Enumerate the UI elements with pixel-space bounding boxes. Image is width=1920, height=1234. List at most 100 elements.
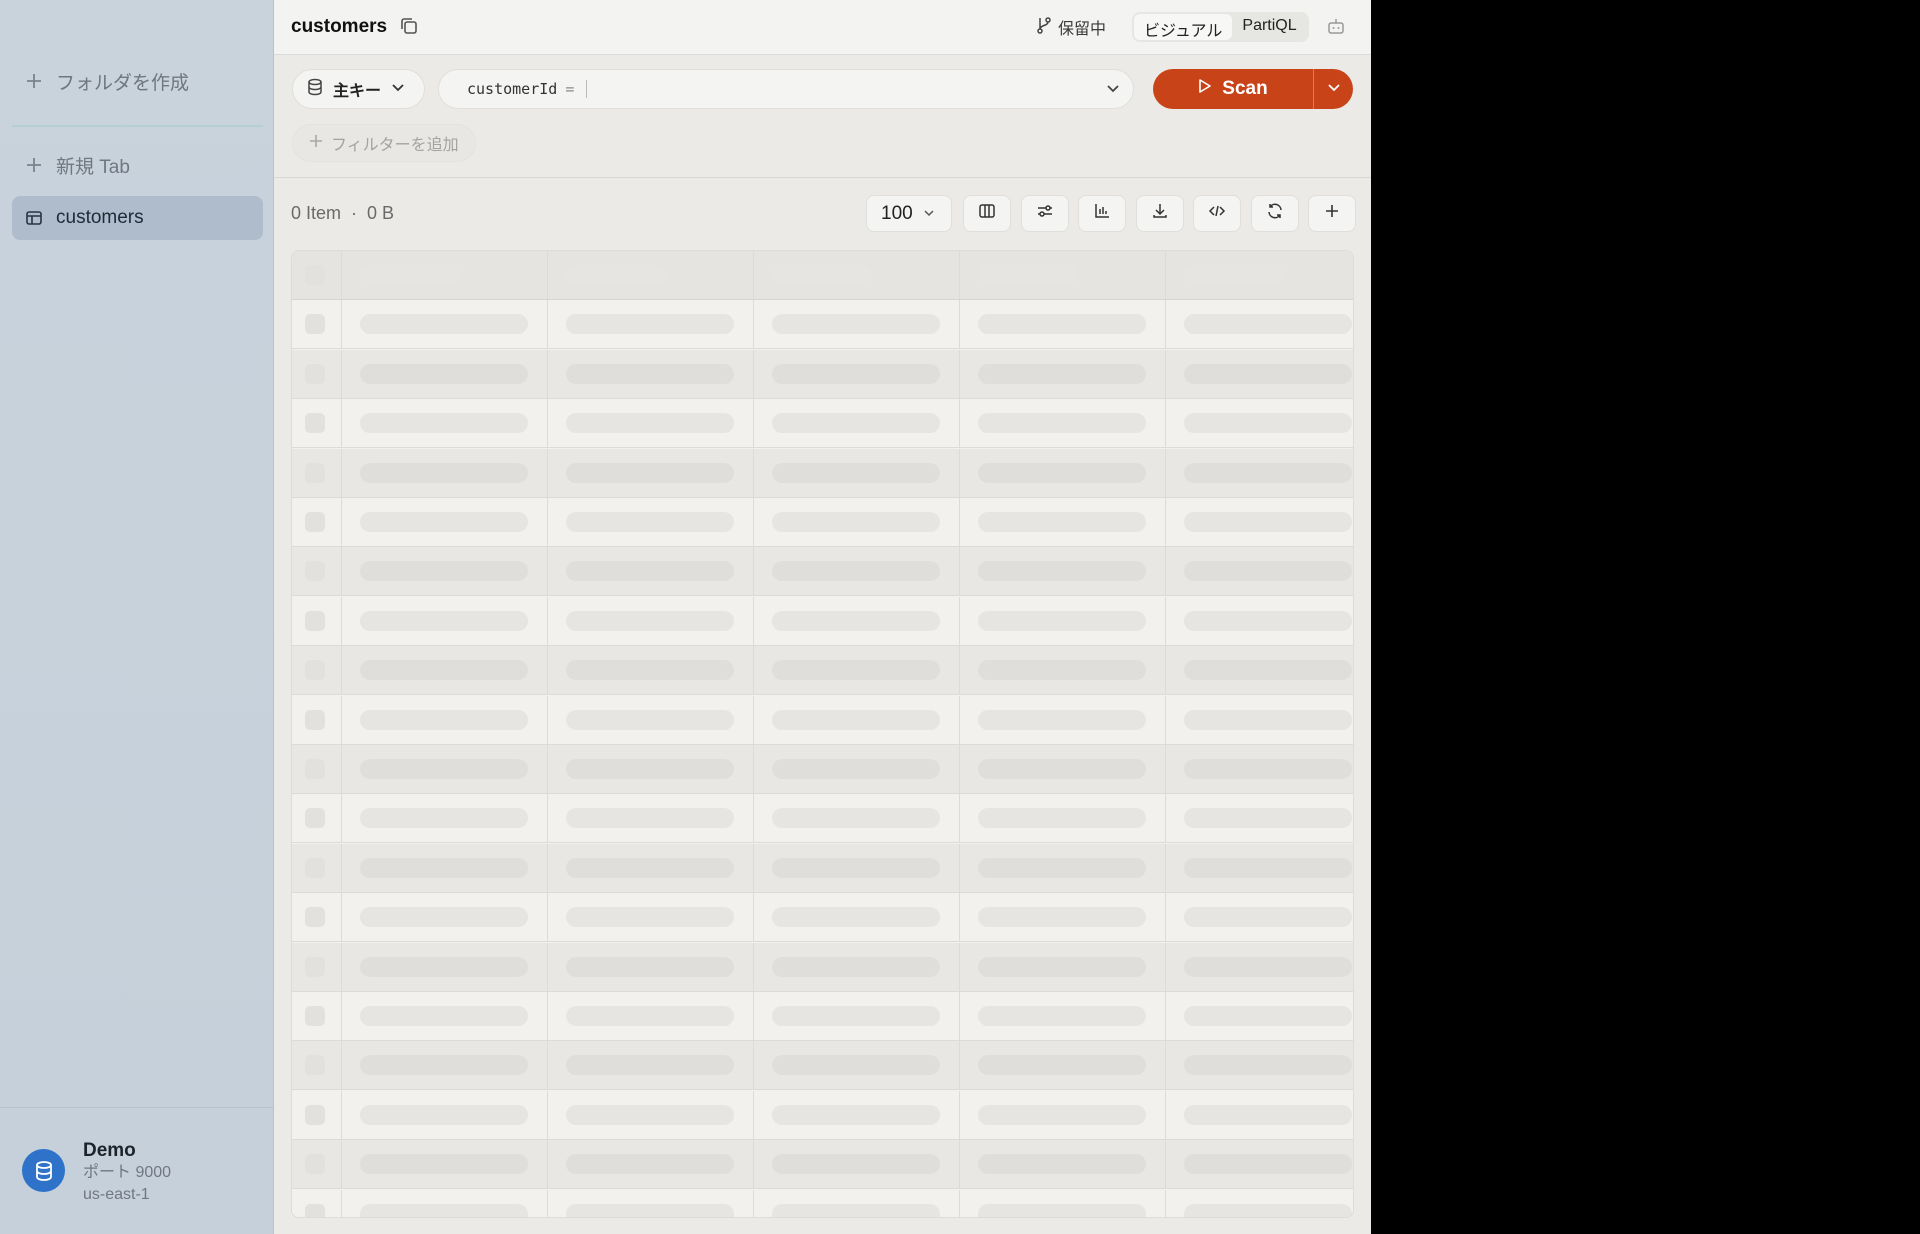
skeleton-bar	[978, 1154, 1146, 1175]
scan-button-group: Scan	[1153, 69, 1353, 109]
add-item-button[interactable]	[1308, 195, 1356, 232]
skeleton-cell	[292, 794, 342, 843]
add-filter-button[interactable]: フィルターを追加	[292, 124, 476, 162]
skeleton-bar	[772, 413, 940, 434]
skeleton-cell	[548, 942, 754, 991]
skeleton-bar	[772, 808, 940, 829]
skeleton-bar	[360, 610, 528, 631]
skeleton-cell	[548, 1090, 754, 1139]
skeleton-cell	[754, 547, 960, 596]
skeleton-bar	[978, 759, 1146, 779]
skeleton-cell	[960, 1090, 1166, 1139]
skeleton-cell	[1166, 300, 1353, 348]
table-icon	[24, 208, 44, 228]
add-filter-label: フィルターを追加	[331, 137, 459, 154]
skeleton-cell	[292, 695, 342, 744]
page-size-select[interactable]: 100	[866, 195, 952, 232]
create-folder-button[interactable]: フォルダを作成	[12, 59, 263, 103]
skeleton-bar	[978, 660, 1146, 681]
skeleton-cell	[1166, 943, 1353, 991]
skeleton-bar	[772, 610, 940, 631]
skeleton-bar	[978, 709, 1146, 730]
skeleton-checkbox	[305, 363, 325, 384]
skeleton-cell	[1166, 597, 1353, 645]
skeleton-bar	[360, 363, 528, 384]
skeleton-bar	[978, 610, 1146, 631]
skeleton-bar	[566, 561, 734, 582]
chart-button[interactable]	[1078, 195, 1126, 232]
skeleton-cell	[960, 596, 1166, 645]
skeleton-cell	[548, 251, 754, 299]
skeleton-cell	[292, 992, 342, 1040]
branch-icon	[1036, 16, 1052, 39]
skeleton-bar	[978, 907, 1146, 928]
skeleton-bar	[1184, 561, 1352, 582]
skeleton-cell	[960, 547, 1166, 596]
skeleton-bar	[978, 314, 1146, 335]
skeleton-checkbox	[305, 907, 325, 928]
skeleton-bar	[566, 512, 734, 532]
skeleton-cell	[342, 794, 548, 843]
skeleton-bar	[360, 956, 528, 977]
skeleton-cell	[1166, 1190, 1353, 1217]
connection-info[interactable]: Demo ポート 9000 us-east-1	[22, 1140, 171, 1206]
skeleton-cell	[1166, 745, 1353, 793]
skeleton-checkbox	[305, 610, 325, 631]
skeleton-cell	[1166, 251, 1353, 299]
skeleton-row	[292, 745, 1353, 794]
skeleton-bar	[978, 363, 1146, 384]
skeleton-checkbox	[305, 265, 325, 285]
scan-button[interactable]: Scan	[1153, 69, 1313, 109]
skeleton-cell	[754, 695, 960, 744]
skeleton-cell	[292, 1041, 342, 1090]
pending-changes-button[interactable]: 保留中	[1036, 15, 1106, 39]
skeleton-cell	[548, 498, 754, 546]
skeleton-bar	[1184, 1154, 1352, 1175]
chevron-down-icon[interactable]	[1105, 80, 1121, 100]
skeleton-bar	[1184, 907, 1352, 928]
copy-icon[interactable]	[399, 16, 421, 38]
scan-options-button[interactable]	[1313, 69, 1353, 109]
skeleton-bar	[978, 265, 1078, 285]
skeleton-bar	[360, 265, 460, 285]
skeleton-cell	[342, 695, 548, 744]
item-count: 0 Item	[291, 203, 342, 223]
skeleton-cell	[342, 745, 548, 793]
tab-visual[interactable]: ビジュアル	[1134, 14, 1233, 40]
skeleton-row	[292, 992, 1353, 1041]
code-icon	[1208, 202, 1226, 225]
columns-button[interactable]	[963, 195, 1011, 232]
sidebar-item-label: customers	[56, 207, 144, 228]
skeleton-cell	[292, 1189, 342, 1217]
skeleton-checkbox	[305, 759, 325, 779]
skeleton-row	[292, 843, 1353, 893]
skeleton-checkbox	[305, 808, 325, 829]
refresh-button[interactable]	[1251, 195, 1299, 232]
partition-key-input[interactable]: customerId =	[438, 69, 1134, 109]
filter-settings-button[interactable]	[1021, 195, 1069, 232]
skeleton-bar	[360, 709, 528, 730]
skeleton-row	[292, 300, 1353, 350]
skeleton-cell	[754, 1090, 960, 1139]
robot-icon[interactable]	[1326, 16, 1348, 38]
skeleton-bar	[772, 314, 940, 335]
new-tab-button[interactable]: 新規 Tab	[12, 143, 263, 187]
skeleton-cell	[960, 942, 1166, 991]
skeleton-bar	[978, 512, 1146, 532]
skeleton-checkbox	[305, 1055, 325, 1076]
sidebar-item-customers[interactable]: customers	[12, 196, 263, 240]
sidebar-divider	[12, 125, 263, 127]
stats-separator: ·	[351, 203, 358, 223]
export-button[interactable]	[1136, 195, 1184, 232]
skeleton-cell	[292, 399, 342, 448]
skeleton-bar	[566, 660, 734, 681]
skeleton-bar	[360, 1055, 528, 1076]
skeleton-cell	[754, 1041, 960, 1090]
skeleton-bar	[772, 561, 940, 582]
tab-partiql[interactable]: PartiQL	[1232, 14, 1306, 40]
skeleton-cell	[1166, 992, 1353, 1040]
code-button[interactable]	[1193, 195, 1241, 232]
skeleton-checkbox	[305, 709, 325, 730]
index-select[interactable]: 主キー	[292, 69, 425, 109]
skeleton-cell	[754, 349, 960, 398]
